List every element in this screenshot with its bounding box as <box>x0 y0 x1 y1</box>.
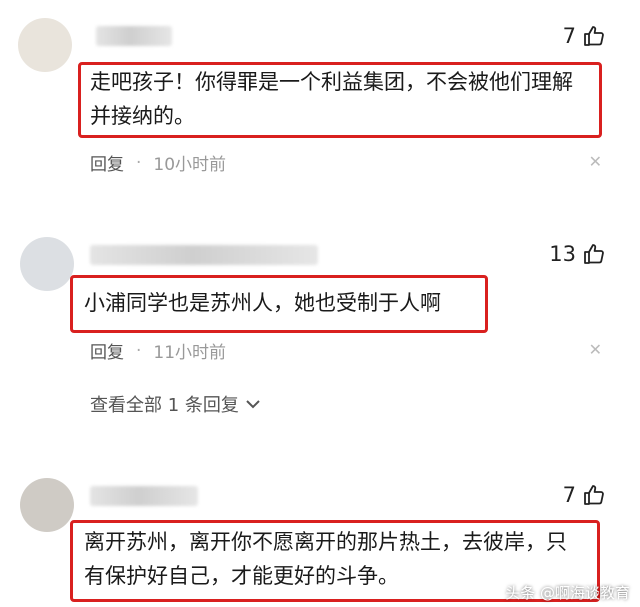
reply-button[interactable]: 回复 <box>90 150 124 175</box>
timestamp: 10小时前 <box>153 155 227 175</box>
timestamp: 11小时前 <box>153 343 227 363</box>
comment-1: 7 走吧孩子！你得罪是一个利益集团，不会被他们理解 并接纳的。 回复 · 10小… <box>0 0 640 190</box>
like-count[interactable]: 7 <box>563 24 606 48</box>
thumbs-up-icon <box>584 26 604 46</box>
reply-button[interactable]: 回复 <box>90 338 124 363</box>
comment-text-line: 离开苏州，离开你不愿离开的那片热土，去彼岸，只 <box>84 530 567 554</box>
like-count-value: 7 <box>562 483 576 507</box>
avatar[interactable] <box>18 18 72 72</box>
comment-text-line: 小浦同学也是苏州人，她也受制于人啊 <box>84 291 441 315</box>
view-all-replies-button[interactable]: 查看全部 1 条回复 <box>90 391 261 417</box>
comment-text: 小浦同学也是苏州人，她也受制于人啊 <box>84 286 441 320</box>
like-count-value: 13 <box>549 242 576 266</box>
comment-text-line: 有保护好自己，才能更好的斗争。 <box>84 564 399 588</box>
like-count-value: 7 <box>562 24 576 48</box>
separator-dot: · <box>136 152 142 173</box>
thumbs-up-icon <box>584 485 604 505</box>
comment-text: 走吧孩子！你得罪是一个利益集团，不会被他们理解 并接纳的。 <box>90 65 573 133</box>
avatar[interactable] <box>20 478 74 532</box>
watermark: 头条 @啊海谈教育 <box>505 584 630 602</box>
close-icon[interactable]: ✕ <box>589 340 602 359</box>
comment-text: 离开苏州，离开你不愿离开的那片热土，去彼岸，只 有保护好自己，才能更好的斗争。 <box>84 525 567 593</box>
comment-text-line: 并接纳的。 <box>90 104 195 128</box>
avatar[interactable] <box>20 237 74 291</box>
chevron-down-icon <box>246 400 260 409</box>
view-all-replies-label: 查看全部 1 条回复 <box>90 395 239 416</box>
close-icon[interactable]: ✕ <box>589 152 602 171</box>
username-blurred[interactable] <box>96 26 172 46</box>
separator-dot: · <box>136 340 142 361</box>
comment-2: 13 小浦同学也是苏州人，她也受制于人啊 回复 · 11小时前 ✕ 查看全部 1… <box>0 225 640 425</box>
username-blurred[interactable] <box>90 486 198 506</box>
thumbs-up-icon <box>584 244 604 264</box>
like-count[interactable]: 13 <box>549 242 606 266</box>
comment-meta: 回复 · 11小时前 <box>90 338 227 364</box>
username-blurred[interactable] <box>90 245 318 265</box>
comment-meta: 回复 · 10小时前 <box>90 150 227 176</box>
like-count[interactable]: 7 <box>563 483 606 507</box>
comment-text-line: 走吧孩子！你得罪是一个利益集团，不会被他们理解 <box>90 70 573 94</box>
